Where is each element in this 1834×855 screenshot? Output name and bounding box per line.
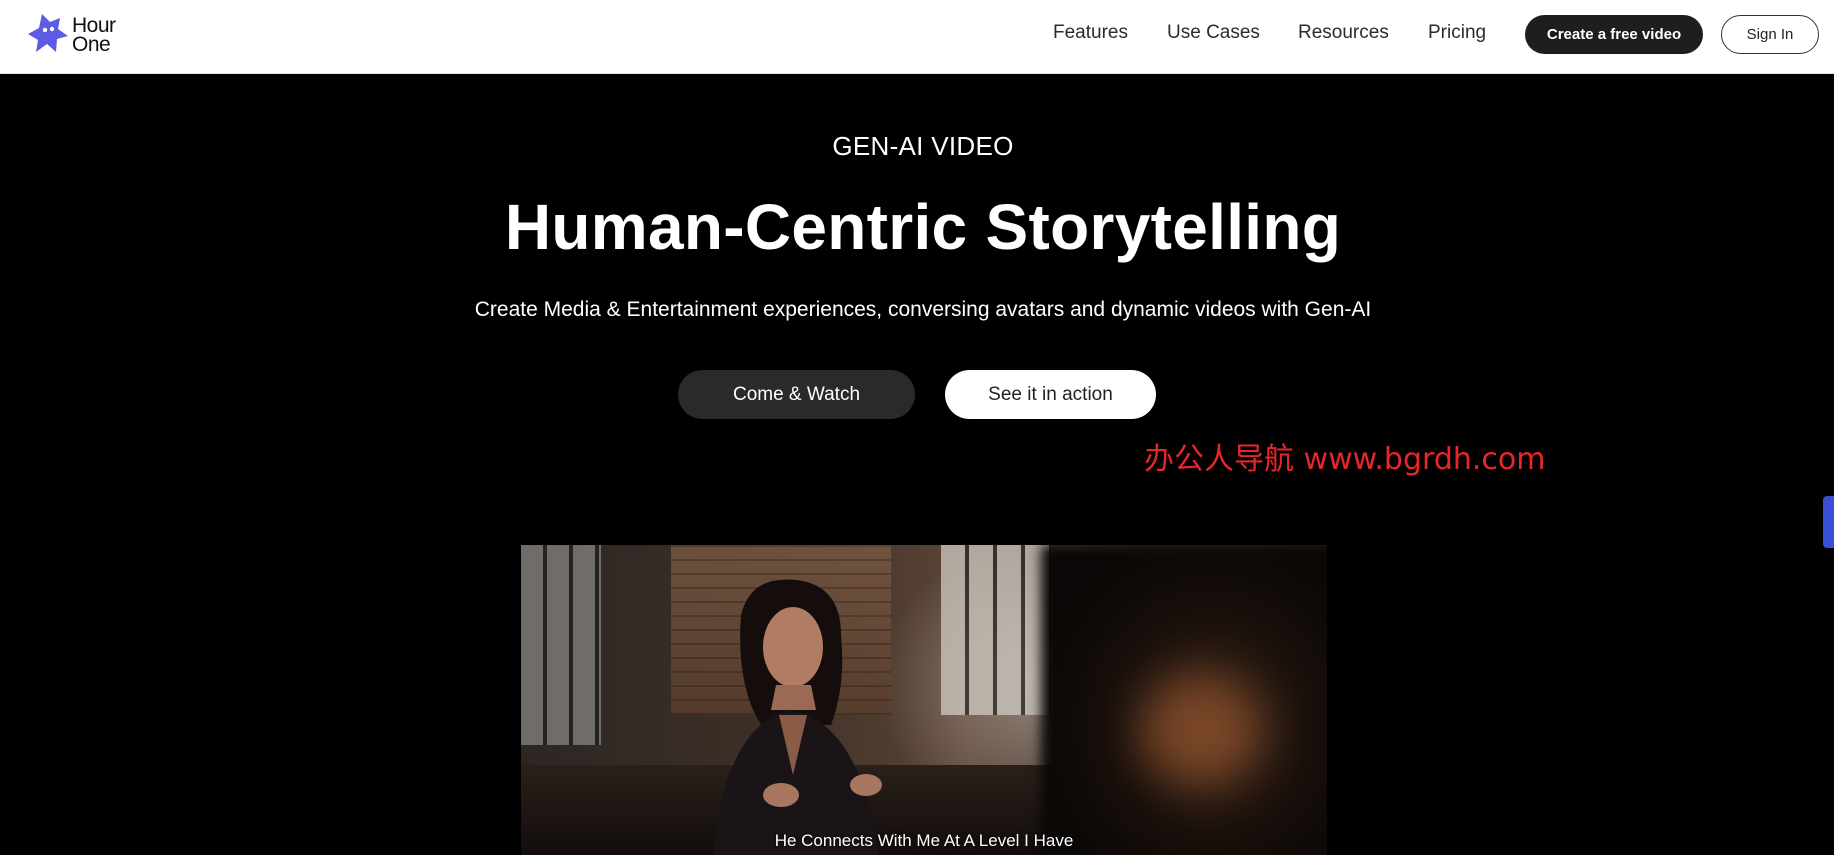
sign-in-button[interactable]: Sign In: [1721, 15, 1819, 54]
hero-title: Human-Centric Storytelling: [504, 191, 1342, 263]
video-caption: He Connects With Me At A Level I Have: [774, 831, 1074, 850]
create-free-video-button[interactable]: Create a free video: [1525, 15, 1703, 54]
watermark-text: 办公人导航 www.bgrdh.com: [1144, 442, 1546, 477]
hero-subtitle: Create Media & Entertainment experiences…: [474, 298, 1372, 321]
nav-pricing[interactable]: Pricing: [1428, 22, 1486, 44]
nav-resources[interactable]: Resources: [1298, 22, 1389, 44]
hour-one-logo[interactable]: Hour One: [26, 12, 136, 58]
see-it-in-action-button[interactable]: See it in action: [945, 370, 1156, 419]
logo-wordmark: Hour One: [72, 15, 116, 56]
hero-eyebrow: GEN-AI VIDEO: [832, 131, 1014, 161]
video-window-left: [521, 545, 601, 745]
nav-features[interactable]: Features: [1053, 22, 1128, 44]
video-foreground-highlight: [1141, 675, 1261, 785]
hero-video-player[interactable]: He Connects With Me At A Level I Have: [521, 545, 1327, 855]
nav-use-cases[interactable]: Use Cases: [1167, 22, 1260, 44]
top-navigation-bar: Hour One Features Use Cases Resources Pr…: [0, 0, 1834, 74]
star-mascot-icon: [28, 14, 68, 52]
video-speaker-figure: [712, 579, 882, 855]
side-feedback-tab[interactable]: [1823, 496, 1834, 548]
video-window-right: [941, 545, 1051, 715]
come-and-watch-button[interactable]: Come & Watch: [678, 370, 915, 419]
logo-line-2: One: [72, 33, 111, 56]
